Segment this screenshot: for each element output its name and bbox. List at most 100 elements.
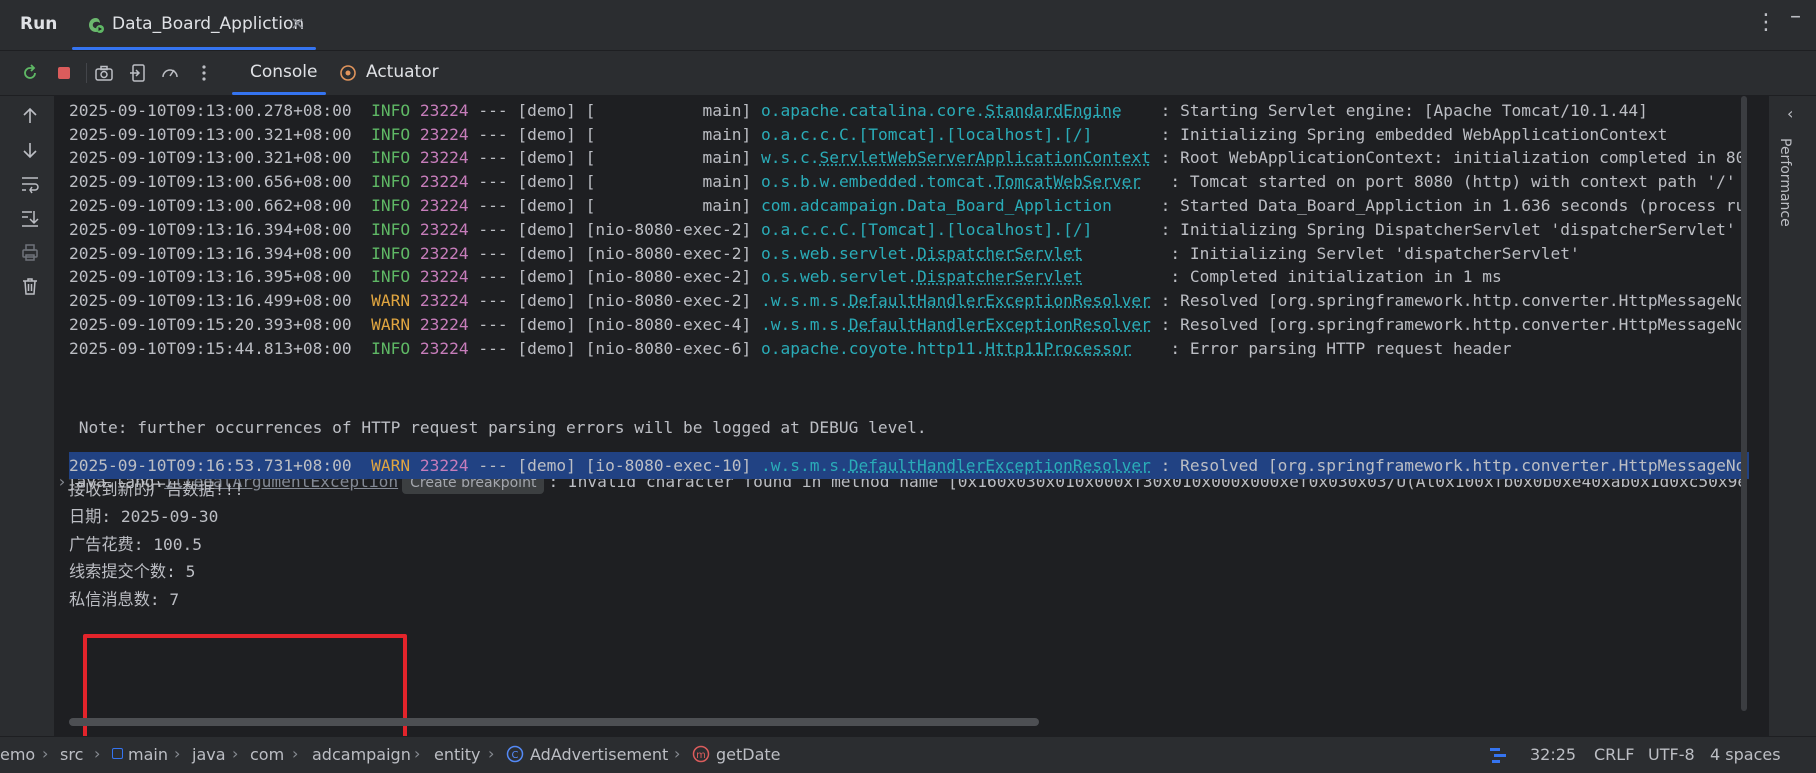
log-pid: 23224 bbox=[420, 196, 469, 215]
log-level: WARN bbox=[371, 456, 410, 475]
active-tab-indicator bbox=[232, 92, 326, 95]
arrow-up-icon[interactable] bbox=[20, 106, 40, 126]
breadcrumb-java[interactable]: java bbox=[192, 745, 226, 764]
breadcrumb-com[interactable]: com bbox=[250, 745, 284, 764]
log-timestamp: 2025-09-10T09:13:00.656+08:00 bbox=[69, 172, 352, 191]
log-message: : Root WebApplicationContext: initializa… bbox=[1161, 148, 1746, 167]
log-app: [demo] bbox=[517, 291, 575, 310]
status-bar: emo › src › main › java › com › adcampai… bbox=[0, 736, 1816, 773]
soft-wrap-icon[interactable] bbox=[20, 174, 40, 194]
run-config-tab[interactable]: Data_Board_Appliction × bbox=[72, 0, 316, 50]
program-output-line: 线索提交个数: 5 bbox=[69, 558, 195, 585]
camera-icon[interactable] bbox=[94, 63, 114, 83]
caret-position[interactable]: 32:25 bbox=[1530, 745, 1576, 764]
indent-setting[interactable]: 4 spaces bbox=[1710, 745, 1781, 764]
log-logger-link[interactable]: o.a.c.c.C.[Tomcat].[localhost].[/] bbox=[761, 125, 1092, 144]
log-separator: --- bbox=[478, 220, 507, 239]
file-encoding[interactable]: UTF-8 bbox=[1648, 745, 1695, 764]
logger-package: o.a.c.c.C.[Tomcat].[localhost].[/] bbox=[761, 125, 1092, 144]
toolbar-separator bbox=[86, 63, 87, 83]
log-level: INFO bbox=[371, 244, 410, 263]
log-pid: 23224 bbox=[420, 148, 469, 167]
breadcrumb-class[interactable]: C AdAdvertisement bbox=[506, 745, 668, 764]
arrow-down-icon[interactable] bbox=[20, 140, 40, 160]
logger-class: DefaultHandlerExceptionResolver bbox=[849, 291, 1151, 310]
log-logger-link[interactable]: o.s.web.servlet.DispatcherServlet bbox=[761, 267, 1083, 286]
log-separator: --- bbox=[478, 456, 507, 475]
run-toolbar: Console Actuator bbox=[0, 51, 1816, 96]
chevron-left-icon[interactable]: ‹ bbox=[1787, 104, 1793, 123]
log-logger-link[interactable]: .w.s.m.s.DefaultHandlerExceptionResolver bbox=[761, 315, 1151, 334]
logger-class: DefaultHandlerExceptionResolver bbox=[849, 315, 1151, 334]
log-app: [demo] bbox=[517, 339, 575, 358]
vertical-scrollbar[interactable] bbox=[1741, 96, 1747, 711]
import-icon[interactable] bbox=[128, 63, 148, 83]
breadcrumb-entity[interactable]: entity bbox=[434, 745, 480, 764]
note-line: Note: further occurrences of HTTP reques… bbox=[69, 414, 927, 441]
log-logger-link[interactable]: .w.s.m.s.DefaultHandlerExceptionResolver bbox=[761, 291, 1151, 310]
more-actions-icon[interactable] bbox=[194, 63, 214, 83]
log-level: INFO bbox=[371, 148, 410, 167]
log-logger-link[interactable]: w.s.c.ServletWebServerApplicationContext bbox=[761, 148, 1151, 167]
svg-text:m: m bbox=[696, 750, 706, 761]
log-message: : Tomcat started on port 8080 (http) wit… bbox=[1170, 172, 1735, 191]
logger-padding bbox=[1092, 220, 1150, 239]
log-logger-link[interactable]: o.a.c.c.C.[Tomcat].[localhost].[/] bbox=[761, 220, 1092, 239]
logger-class: DefaultHandlerExceptionResolver bbox=[849, 456, 1151, 475]
log-thread: [nio-8080-exec-2] bbox=[586, 220, 752, 239]
fold-chevron-icon[interactable]: › bbox=[57, 472, 67, 491]
log-logger-link[interactable]: o.s.web.servlet.DispatcherServlet bbox=[761, 244, 1083, 263]
horizontal-scrollbar[interactable] bbox=[69, 718, 1039, 726]
more-options-icon[interactable]: ⋮ bbox=[1755, 10, 1777, 35]
log-timestamp: 2025-09-10T09:13:16.394+08:00 bbox=[69, 220, 352, 239]
log-logger-link[interactable]: o.s.b.w.embedded.tomcat.TomcatWebServer bbox=[761, 172, 1141, 191]
log-logger-link[interactable]: com.adcampaign.Data_Board_Appliction bbox=[761, 196, 1112, 215]
log-pid: 23224 bbox=[420, 220, 469, 239]
breadcrumb-adcampaign[interactable]: adcampaign bbox=[312, 745, 411, 764]
log-timestamp: 2025-09-10T09:16:53.731+08:00 bbox=[69, 456, 352, 475]
logger-padding bbox=[1112, 196, 1151, 215]
minimize-icon[interactable]: – bbox=[1790, 4, 1801, 29]
breadcrumb-separator: › bbox=[414, 744, 420, 763]
log-pid: 23224 bbox=[420, 172, 469, 191]
clear-all-trash-icon[interactable] bbox=[20, 276, 40, 296]
performance-panel-toggle[interactable]: Performance bbox=[1777, 138, 1793, 227]
breadcrumb-separator: › bbox=[94, 744, 100, 763]
tab-actuator[interactable]: Actuator bbox=[366, 62, 439, 82]
breadcrumb-main[interactable]: main bbox=[112, 745, 168, 764]
breadcrumb-class-label: AdAdvertisement bbox=[530, 745, 668, 764]
log-app: [demo] bbox=[517, 456, 575, 475]
log-message: : Completed initialization in 1 ms bbox=[1170, 267, 1501, 286]
breadcrumb-separator: › bbox=[488, 744, 494, 763]
scroll-to-end-icon[interactable] bbox=[20, 208, 40, 228]
breadcrumb-project[interactable]: emo bbox=[0, 745, 35, 764]
log-thread: [ main] bbox=[586, 101, 752, 120]
log-logger-link[interactable]: o.apache.catalina.core.StandardEngine bbox=[761, 101, 1122, 120]
log-thread: [nio-8080-exec-2] bbox=[586, 244, 752, 263]
tool-window-header: Run Data_Board_Appliction × ⋮ – bbox=[0, 0, 1816, 51]
log-separator: --- bbox=[478, 244, 507, 263]
breadcrumb-method[interactable]: m getDate bbox=[692, 745, 781, 764]
line-ending[interactable]: CRLF bbox=[1594, 745, 1634, 764]
vcs-branch-icon[interactable] bbox=[1488, 746, 1508, 764]
log-level: INFO bbox=[371, 101, 410, 120]
console-output[interactable]: 2025-09-10T09:13:00.278+08:00 INFO 23224… bbox=[55, 96, 1767, 736]
logger-package: o.s.b.w.embedded.tomcat. bbox=[761, 172, 995, 191]
log-timestamp: 2025-09-10T09:13:16.394+08:00 bbox=[69, 244, 352, 263]
tab-console[interactable]: Console bbox=[250, 62, 318, 82]
stop-icon[interactable] bbox=[54, 63, 74, 83]
log-logger-link[interactable]: o.apache.coyote.http11.Http11Processor bbox=[761, 339, 1131, 358]
profiler-gauge-icon[interactable] bbox=[160, 63, 180, 83]
logger-package: .w.s.m.s. bbox=[761, 456, 849, 475]
print-icon[interactable] bbox=[20, 242, 40, 262]
logger-package: o.apache.catalina.core. bbox=[761, 101, 985, 120]
breadcrumb-src[interactable]: src bbox=[60, 745, 83, 764]
log-thread: [io-8080-exec-10] bbox=[586, 456, 752, 475]
close-tab-icon[interactable]: × bbox=[290, 13, 305, 34]
log-logger-link[interactable]: .w.s.m.s.DefaultHandlerExceptionResolver bbox=[761, 456, 1151, 475]
rerun-icon[interactable] bbox=[20, 63, 40, 83]
log-separator: --- bbox=[478, 291, 507, 310]
module-folder-icon bbox=[112, 748, 123, 759]
log-message: : Started Data_Board_Appliction in 1.636… bbox=[1161, 196, 1746, 215]
log-level: INFO bbox=[371, 125, 410, 144]
